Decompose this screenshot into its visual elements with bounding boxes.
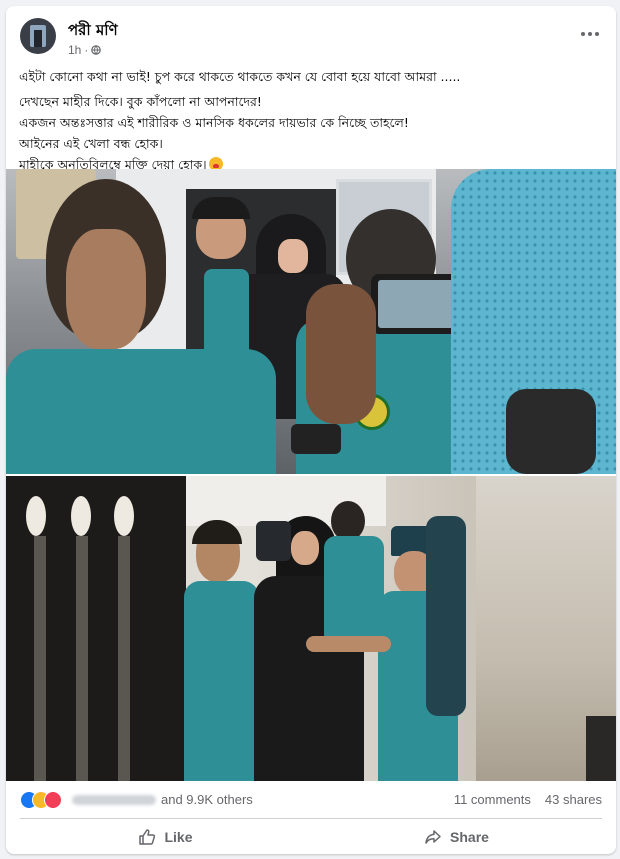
divider <box>20 818 602 819</box>
post-time[interactable]: 1h <box>68 43 81 57</box>
more-options-button[interactable] <box>576 24 604 44</box>
reactions-bar: and 9.9K others 11 comments 43 shares <box>20 790 602 810</box>
reactor-names-blurred[interactable] <box>72 795 156 805</box>
post-photo-2[interactable] <box>6 476 616 781</box>
author-name[interactable]: পরী মণি <box>68 19 118 44</box>
post-photo-1[interactable] <box>6 169 616 474</box>
post-header: পরী মণি 1h · <box>18 16 604 62</box>
globe-icon <box>91 45 102 55</box>
share-button[interactable]: Share <box>311 821 602 853</box>
reaction-others-count[interactable]: and 9.9K others <box>161 792 253 807</box>
comments-count[interactable]: 11 comments <box>454 792 531 807</box>
like-label: Like <box>164 829 193 845</box>
post-text-line: আইনের এই খেলা বন্ধ হোক। <box>19 136 163 151</box>
reaction-icons[interactable] <box>20 791 68 809</box>
share-label: Share <box>450 829 489 845</box>
thumbs-up-icon <box>139 829 156 845</box>
post-card: পরী মণি 1h · এইটা কোনো কথা না ভাই! চুপ ক… <box>6 6 616 854</box>
share-icon <box>425 830 441 844</box>
post-text-line: দেখছেন মাহীর দিকে। বুক কাঁপলো না আপনাদের… <box>19 94 262 109</box>
post-meta: 1h · <box>68 43 102 57</box>
action-bar: Like Share <box>20 821 602 853</box>
post-text: এইটা কোনো কথা না ভাই! চুপ করে থাকতে থাকত… <box>19 66 604 175</box>
like-button[interactable]: Like <box>20 821 311 853</box>
shares-count[interactable]: 43 shares <box>545 792 602 807</box>
love-icon <box>44 791 62 809</box>
post-text-line: একজন অন্তঃসত্তার এই শারীরিক ও মানসিক ধকল… <box>19 115 409 130</box>
post-text-line: এইটা কোনো কথা না ভাই! চুপ করে থাকতে থাকত… <box>19 69 461 84</box>
avatar[interactable] <box>20 18 56 54</box>
engagement-counts: 11 comments 43 shares <box>454 792 602 807</box>
